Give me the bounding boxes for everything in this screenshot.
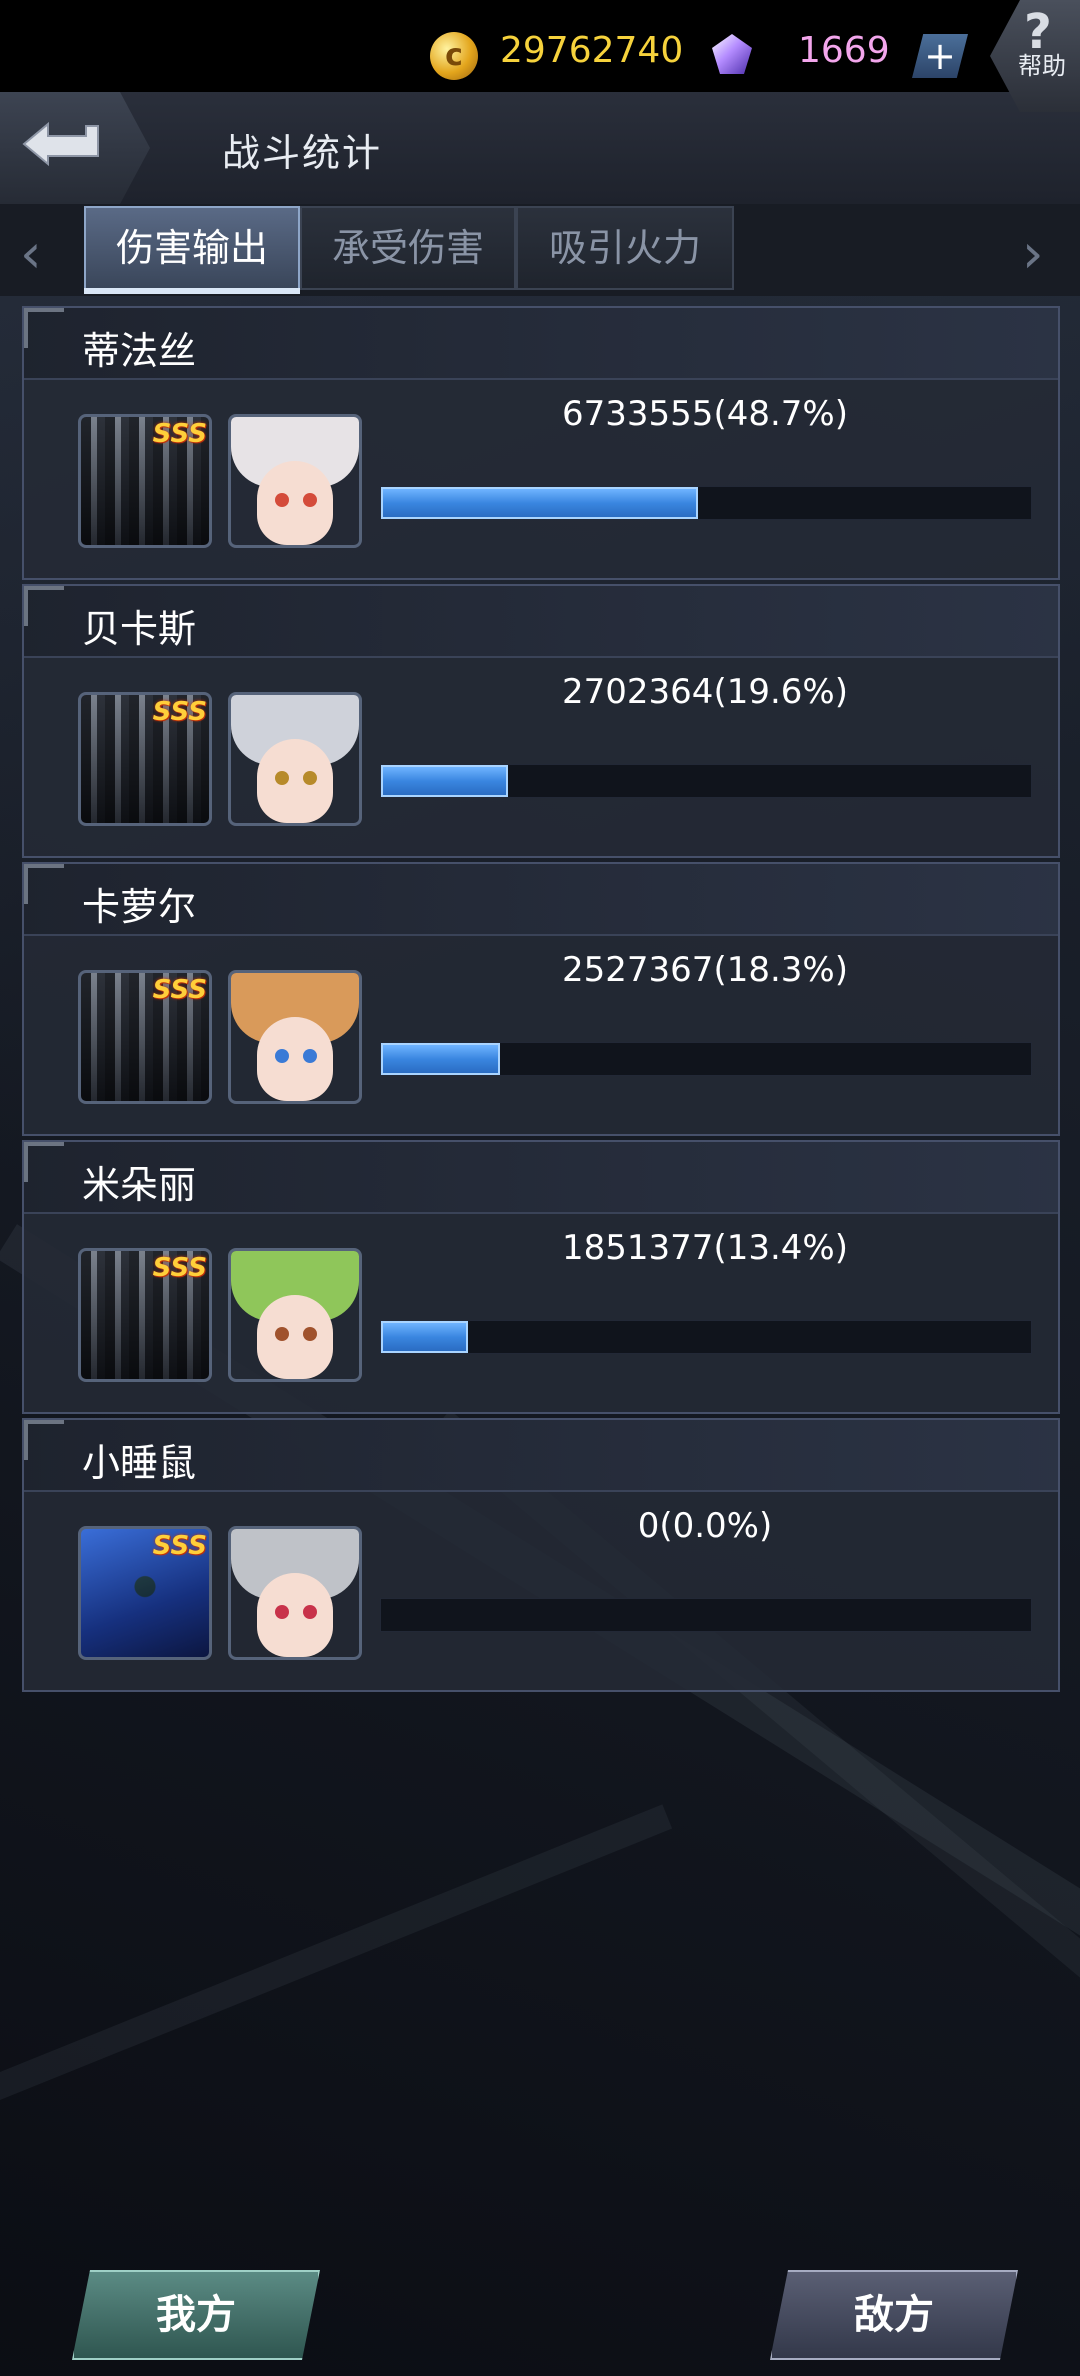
tab-draw-fire[interactable]: 吸引火力 <box>516 206 734 290</box>
back-arrow-icon <box>22 121 99 167</box>
damage-value: 0(0.0%) <box>637 1506 773 1546</box>
active-tab-indicator <box>84 288 300 294</box>
damage-value: 2702364(19.6%) <box>562 672 848 712</box>
enemy-side-button[interactable]: 敌方 <box>770 2270 1018 2360</box>
rank-badge: SSS <box>152 1253 207 1283</box>
gem-amount: 1669 <box>798 30 890 71</box>
our-side-button[interactable]: 我方 <box>72 2270 320 2360</box>
gold-coin-icon: c <box>430 32 478 80</box>
pilot-row: 蒂法丝 SSS 6733555(48.7%) <box>22 306 1060 580</box>
blue-mech-icon[interactable]: SSS <box>78 1526 212 1660</box>
white-mech-icon[interactable]: SSS <box>78 1248 212 1382</box>
chevron-right-icon[interactable]: › <box>1022 222 1044 285</box>
damage-bar <box>380 1598 1032 1632</box>
damage-value: 1851377(13.4%) <box>562 1228 848 1268</box>
damage-value: 2527367(18.3%) <box>562 950 848 990</box>
top-bar: 战斗统计 <box>0 92 1080 206</box>
pilot-portrait[interactable] <box>228 692 362 826</box>
rank-badge: SSS <box>152 419 207 449</box>
pilot-name: 米朵丽 <box>82 1163 197 1207</box>
coin-amount: 29762740 <box>500 30 684 71</box>
tab-damage-taken[interactable]: 承受伤害 <box>300 206 516 290</box>
pilot-name: 卡萝尔 <box>82 885 197 929</box>
pilot-row: 贝卡斯 SSS 2702364(19.6%) <box>22 584 1060 858</box>
white-mech-icon[interactable]: SSS <box>78 970 212 1104</box>
rank-badge: SSS <box>152 1531 207 1561</box>
pilot-portrait[interactable] <box>228 1248 362 1382</box>
damage-value: 6733555(48.7%) <box>562 394 848 434</box>
damage-bar-fill <box>381 487 698 519</box>
chevron-left-icon[interactable]: ‹ <box>20 222 42 285</box>
pilot-portrait[interactable] <box>228 414 362 548</box>
rank-badge: SSS <box>152 697 207 727</box>
white-mech-icon[interactable]: SSS <box>78 692 212 826</box>
pilot-portrait[interactable] <box>228 970 362 1104</box>
help-label: 帮助 <box>1018 52 1066 80</box>
damage-bar <box>380 486 1032 520</box>
damage-bar-fill <box>381 765 509 797</box>
back-button[interactable] <box>0 92 150 204</box>
pilot-row: 米朵丽 SSS 1851377(13.4%) <box>22 1140 1060 1414</box>
pilot-name: 小睡鼠 <box>82 1441 197 1485</box>
damage-bar <box>380 764 1032 798</box>
white-mech-icon[interactable]: SSS <box>78 414 212 548</box>
damage-bar-fill <box>381 1321 469 1353</box>
pilot-row: 小睡鼠 SSS 0(0.0%) <box>22 1418 1060 1692</box>
damage-bar <box>380 1042 1032 1076</box>
pilot-row: 卡萝尔 SSS 2527367(18.3%) <box>22 862 1060 1136</box>
pilot-name: 贝卡斯 <box>82 607 197 651</box>
pilot-name: 蒂法丝 <box>82 329 197 373</box>
damage-bar <box>380 1320 1032 1354</box>
rank-badge: SSS <box>152 975 207 1005</box>
tab-damage-output[interactable]: 伤害输出 <box>84 206 300 290</box>
damage-bar-fill <box>381 1043 500 1075</box>
page-title: 战斗统计 <box>222 131 383 175</box>
pilot-portrait[interactable] <box>228 1526 362 1660</box>
